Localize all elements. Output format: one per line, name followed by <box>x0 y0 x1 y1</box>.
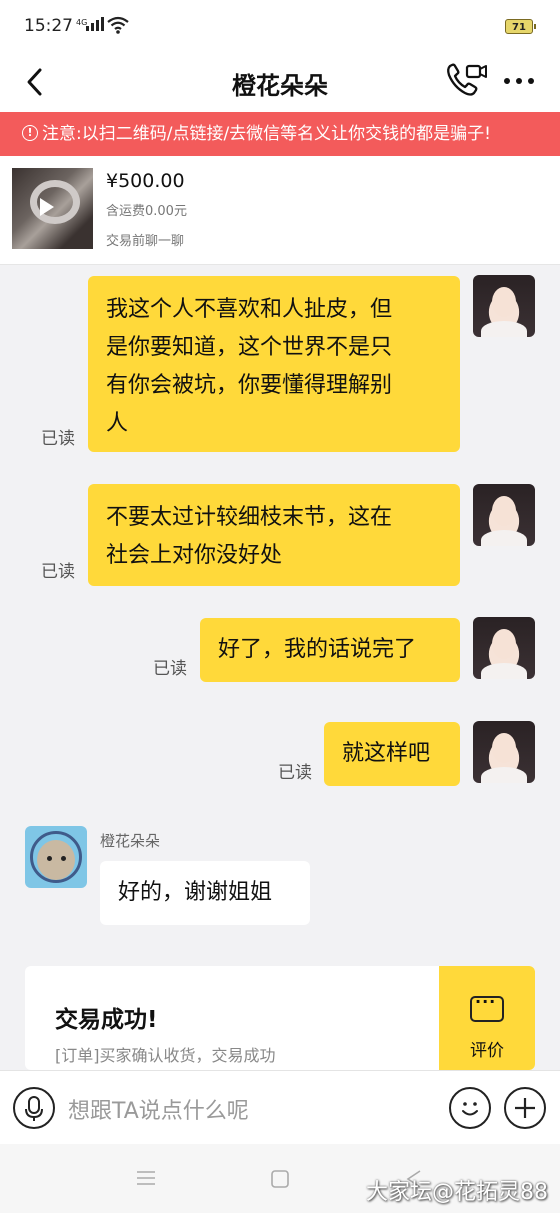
pre-trade-chat-label: 交易前聊一聊 <box>106 234 185 249</box>
read-receipt: 已读 <box>278 763 312 783</box>
message-bubble-outgoing[interactable]: 我这个人不喜欢和人扯皮，但 是你要知道，这个世界不是只 有你会被坑，你要懂得理解… <box>88 276 460 452</box>
ring-image <box>30 180 80 224</box>
microphone-icon <box>25 1096 43 1121</box>
smiley-icon <box>462 1102 478 1116</box>
message-line: 我这个人不喜欢和人扯皮，但 <box>106 297 393 322</box>
message-line: 有你会被坑，你要懂得理解别 <box>106 373 393 398</box>
input-bar: 想跟TA说点什么呢 <box>0 1070 560 1145</box>
my-avatar[interactable] <box>473 275 535 337</box>
more-dot <box>504 78 510 84</box>
battery-icon: 71 <box>505 19 536 34</box>
watermark: 大家坛@花拓灵88 <box>366 1180 548 1205</box>
contact-avatar[interactable] <box>25 826 87 888</box>
order-status-subtitle: [订单]买家确认收货，交易成功 <box>55 1046 276 1065</box>
my-avatar[interactable] <box>473 721 535 783</box>
product-card[interactable]: ¥500.00 含运费0.00元 交易前聊一聊 <box>0 156 560 265</box>
more-options-button[interactable] <box>504 78 540 86</box>
read-receipt: 已读 <box>41 429 75 449</box>
chat-header: 橙花朵朵 <box>0 52 560 112</box>
message-line: 社会上对你没好处 <box>106 543 283 568</box>
emoji-button[interactable] <box>449 1087 491 1129</box>
menu-icon[interactable] <box>136 1170 156 1186</box>
comment-icon <box>470 992 504 1022</box>
add-attachment-button[interactable] <box>504 1087 546 1129</box>
my-avatar[interactable] <box>473 484 535 546</box>
play-icon <box>40 198 54 216</box>
message-bubble-outgoing[interactable]: 好了，我的话说完了 <box>200 618 460 682</box>
home-icon[interactable] <box>270 1169 290 1189</box>
message-bubble-outgoing[interactable]: 就这样吧 <box>324 722 460 786</box>
status-bar: 15:27 4G 71 <box>0 0 560 52</box>
video-call-icon[interactable] <box>444 60 488 100</box>
message-input[interactable]: 想跟TA说点什么呢 <box>68 1093 249 1125</box>
my-avatar[interactable] <box>473 617 535 679</box>
alert-icon: ! <box>22 125 38 141</box>
clock: 15:27 <box>24 16 73 36</box>
more-dot <box>516 78 522 84</box>
product-price: ¥500.00 <box>106 170 185 192</box>
message-line: 好了，我的话说完了 <box>218 637 417 662</box>
message-line: 是你要知道，这个世界不是只 <box>106 335 393 360</box>
message-line: 就这样吧 <box>342 741 431 766</box>
voice-button[interactable] <box>13 1087 55 1129</box>
order-status-card[interactable]: 交易成功! [订单]买家确认收货，交易成功 评价 <box>25 966 535 1070</box>
more-dot <box>528 78 534 84</box>
order-status-title: 交易成功! <box>55 1007 158 1033</box>
message-bubble-incoming[interactable]: 好的，谢谢姐姐 <box>100 861 310 925</box>
product-thumbnail[interactable] <box>12 168 93 249</box>
signal-icon <box>86 17 104 31</box>
shipping-fee: 含运费0.00元 <box>106 204 187 219</box>
sender-name: 橙花朵朵 <box>100 832 161 850</box>
message-line: 不要太过计较细枝末节，这在 <box>106 505 393 530</box>
message-line: 好的，谢谢姐姐 <box>118 880 273 905</box>
wifi-icon <box>107 16 129 34</box>
warning-text: 注意:以扫二维码/点链接/去微信等名义让你交钱的都是骗子! <box>42 124 491 144</box>
message-bubble-outgoing[interactable]: 不要太过计较细枝末节，这在 社会上对你没好处 <box>88 484 460 586</box>
rate-label: 评价 <box>470 1041 504 1061</box>
message-line: 人 <box>106 411 129 436</box>
plus-icon <box>515 1098 535 1118</box>
read-receipt: 已读 <box>153 659 187 679</box>
rate-button[interactable]: 评价 <box>439 966 535 1070</box>
fraud-warning-banner: ! 注意:以扫二维码/点链接/去微信等名义让你交钱的都是骗子! <box>0 112 560 156</box>
read-receipt: 已读 <box>41 562 75 582</box>
